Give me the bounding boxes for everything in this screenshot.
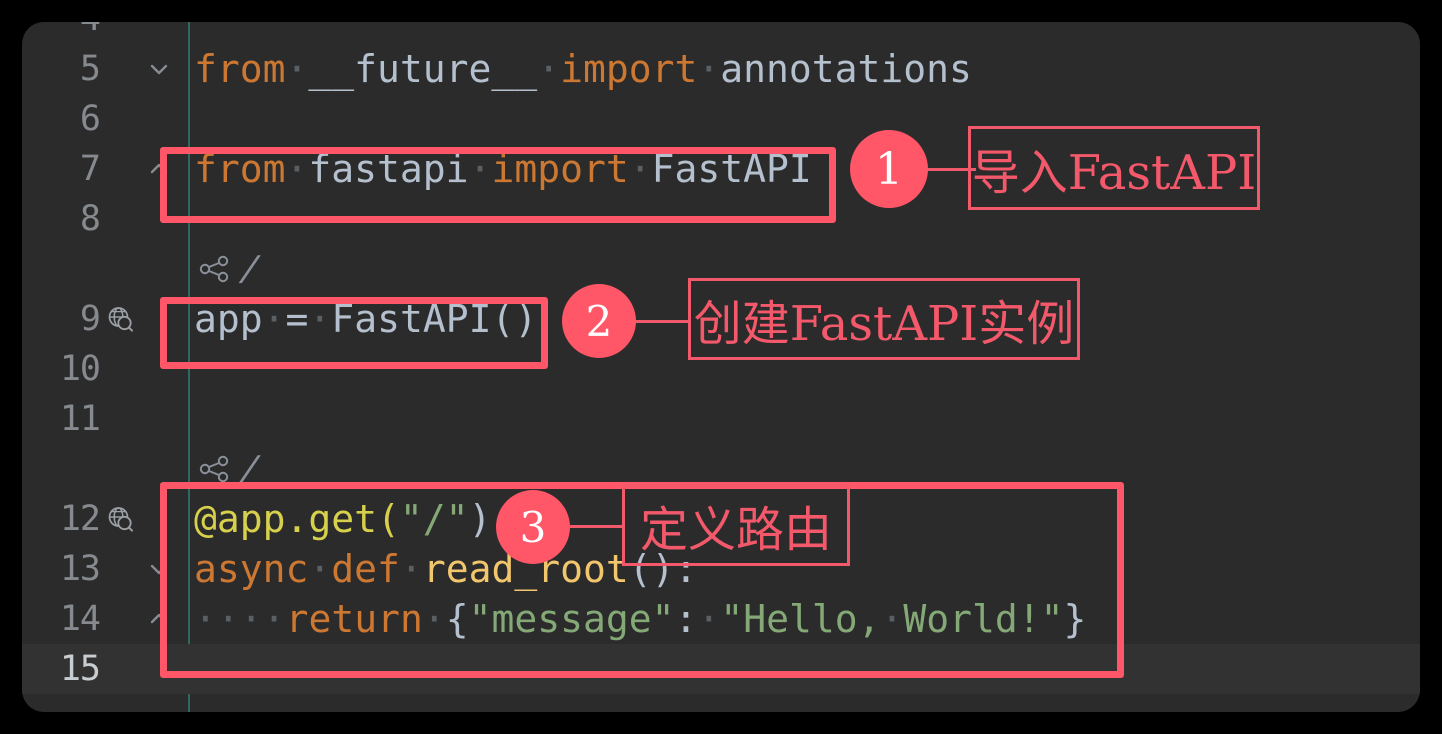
line-number: 4 [22, 22, 101, 44]
editor-line-15[interactable]: 15 [22, 644, 1420, 694]
annotation-connector-3 [568, 525, 624, 528]
code-text-line-7: from·fastapi·import·FastAPI [194, 147, 812, 191]
inlay-hint-path: / [235, 449, 265, 489]
fold-chevron-down-icon[interactable] [144, 544, 174, 594]
inlay-hint-path: / [235, 249, 265, 289]
fold-chevron-up-icon[interactable] [144, 594, 174, 644]
editor-line-4[interactable]: 4 [22, 22, 1420, 44]
line-number: 5 [79, 49, 101, 89]
annotation-label-box-2: 创建FastAPI实例 [688, 278, 1080, 360]
annotation-badge-1: 1 [850, 130, 928, 208]
code-text-line-12: @app.get("/") [194, 497, 492, 541]
inlay-route-hint-1: / [198, 244, 265, 294]
editor-line-14[interactable]: 14 ····return·{"message":·"Hello,·World!… [22, 594, 1420, 644]
line-number: 10 [59, 349, 101, 389]
line-number: 6 [79, 99, 101, 139]
annotation-connector-2 [634, 320, 690, 323]
code-text-line-5: from·__future__·import·annotations [194, 47, 972, 91]
code-text-line-9: app·=·FastAPI() [194, 297, 538, 341]
line-number: 13 [59, 549, 101, 589]
globe-search-icon[interactable] [106, 505, 134, 533]
share-nodes-icon [199, 255, 229, 283]
line-number: 12 [59, 499, 101, 539]
annotation-label-box-3: 定义路由 [622, 484, 850, 566]
line-number: 9 [79, 299, 101, 339]
editor-line-11[interactable]: 11 [22, 394, 1420, 444]
line-number: 15 [59, 649, 101, 689]
annotation-label-box-1: 导入FastAPI [968, 126, 1260, 210]
share-nodes-icon [199, 455, 229, 483]
line-number: 8 [79, 199, 101, 239]
fold-chevron-up-icon[interactable] [144, 144, 174, 194]
line-number: 7 [79, 149, 101, 189]
code-text-line-14: ····return·{"message":·"Hello,·World!"} [194, 597, 1087, 641]
annotation-badge-3: 3 [496, 490, 570, 564]
line-number: 11 [59, 399, 101, 439]
line-number: 14 [59, 599, 101, 639]
screenshot-root: 4 5 from·__future__·import·annotations 6… [0, 0, 1442, 734]
editor-line-5[interactable]: 5 from·__future__·import·annotations [22, 44, 1420, 94]
annotation-badge-2: 2 [562, 284, 636, 358]
inlay-route-hint-2: / [198, 444, 265, 494]
globe-search-icon[interactable] [106, 305, 134, 333]
fold-chevron-down-icon[interactable] [144, 44, 174, 94]
